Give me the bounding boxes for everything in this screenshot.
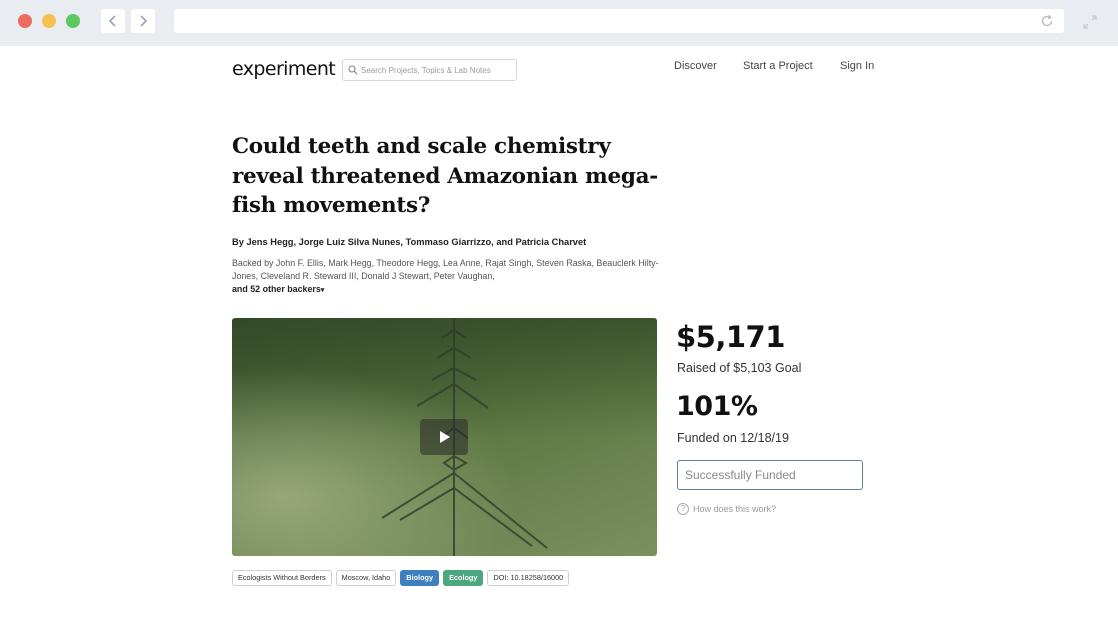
project-tags: Ecologists Without Borders Moscow, Idaho… <box>232 570 570 586</box>
how-it-works-link[interactable]: ? How does this work? <box>677 503 776 515</box>
chevron-right-icon <box>140 15 148 27</box>
more-backers-label: and 52 other backers <box>232 284 321 294</box>
caret-down-icon: ▾ <box>320 287 325 294</box>
address-bar[interactable] <box>174 9 1064 33</box>
project-title: Could teeth and scale chemistry reveal t… <box>232 134 658 218</box>
browser-forward-button[interactable] <box>131 9 155 33</box>
minimize-window-icon[interactable] <box>42 14 56 28</box>
question-circle-icon: ? <box>677 503 689 515</box>
amount-raised: $5,171 <box>676 320 785 354</box>
tag-biology[interactable]: Biology <box>400 570 440 586</box>
close-window-icon[interactable] <box>18 14 32 28</box>
fullscreen-icon[interactable] <box>1082 14 1098 30</box>
more-backers-toggle[interactable]: and 52 other backers▾ <box>232 284 324 294</box>
tag-ecology[interactable]: Ecology <box>443 570 484 586</box>
play-icon <box>440 431 450 443</box>
tag-organization[interactable]: Ecologists Without Borders <box>232 570 332 586</box>
percent-funded: 101% <box>676 391 758 422</box>
funded-date: Funded on 12/18/19 <box>677 431 789 445</box>
goal-text: Raised of $5,103 Goal <box>677 361 802 375</box>
browser-back-button[interactable] <box>101 9 125 33</box>
nav-discover[interactable]: Discover <box>674 60 717 72</box>
maximize-window-icon[interactable] <box>66 14 80 28</box>
tag-location[interactable]: Moscow, Idaho <box>335 570 397 586</box>
reload-icon[interactable] <box>1040 14 1054 28</box>
search-input[interactable] <box>361 62 513 78</box>
browser-chrome <box>0 0 1118 46</box>
play-button[interactable] <box>420 419 468 455</box>
project-video[interactable] <box>232 318 657 556</box>
chevron-left-icon <box>108 15 116 27</box>
nav-sign-in[interactable]: Sign In <box>840 60 874 72</box>
tag-doi[interactable]: DOI: 10.18258/16000 <box>487 570 570 586</box>
project-authors: By Jens Hegg, Jorge Luiz Silva Nunes, To… <box>232 237 587 247</box>
how-it-works-label: How does this work? <box>693 504 777 514</box>
search-icon <box>348 65 358 75</box>
site-logo[interactable]: experiment <box>232 58 336 80</box>
nav-start-project[interactable]: Start a Project <box>743 60 813 72</box>
project-backers: Backed by John F. Ellis, Mark Hegg, Theo… <box>232 258 659 281</box>
search-box[interactable] <box>342 59 517 81</box>
funding-status-button[interactable]: Successfully Funded <box>677 460 863 490</box>
